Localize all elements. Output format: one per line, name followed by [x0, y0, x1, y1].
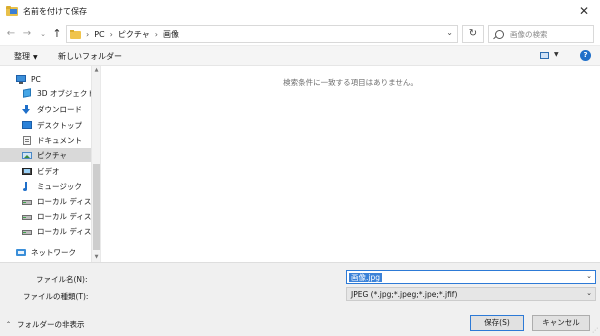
network-icon [16, 248, 26, 257]
sidebar-item-label: ローカル ディスク (C [37, 196, 91, 206]
drive-icon [22, 197, 32, 206]
save-form: ファイル名(N): 画像.jpg ⌄ ファイルの種類(T): JPEG (*.j… [0, 262, 600, 336]
video-icon [22, 167, 32, 176]
pc-icon [16, 74, 26, 84]
drive-icon [22, 212, 32, 221]
save-button[interactable]: 保存(S) [470, 315, 524, 331]
sidebar-item-local-disk-d[interactable]: ローカル ディスク (D [22, 209, 91, 223]
cancel-button[interactable]: キャンセル [532, 315, 590, 331]
sidebar-scrollbar[interactable]: ▲ ▼ [91, 66, 100, 262]
sidebar-item-downloads[interactable]: ダウンロード [22, 102, 100, 116]
view-icon [540, 52, 549, 59]
scroll-up-icon[interactable]: ▲ [92, 66, 100, 75]
navigation-pane: PC 3D オブジェクト ダウンロード デスクトップ ドキュメント ピクチャ ビ… [0, 66, 101, 262]
sidebar-item-label: ダウンロード [37, 104, 82, 114]
drive-icon [22, 227, 32, 236]
filetype-dropdown-icon[interactable]: ⌄ [586, 289, 592, 297]
breadcrumb-images[interactable]: 画像 [163, 29, 179, 40]
close-icon[interactable]: ✕ [576, 3, 592, 19]
hide-folders-toggle[interactable]: ⌃ フォルダーの非表示 [6, 319, 85, 330]
sidebar-item-documents[interactable]: ドキュメント [22, 133, 100, 147]
breadcrumb-pc[interactable]: PC [94, 30, 104, 39]
sidebar-item-label: ミュージック [37, 181, 82, 191]
view-dropdown-icon: ▼ [554, 51, 559, 58]
sidebar-item-pc[interactable]: PC [16, 72, 100, 86]
toolbar: 整理 ▼ 新しいフォルダー ▼ ? [0, 46, 600, 66]
folder-icon [70, 29, 81, 39]
sidebar-item-3d-objects[interactable]: 3D オブジェクト [22, 86, 100, 100]
music-icon [22, 181, 32, 191]
hide-folders-label: フォルダーの非表示 [17, 320, 85, 329]
filetype-select[interactable]: JPEG (*.jpg;*.jpeg;*.jpe;*.jfif) ⌄ [346, 287, 596, 301]
sidebar-item-label: ローカル ディスク (D [37, 211, 91, 221]
empty-folder-message: 検索条件に一致する項目はありません。 [283, 78, 418, 87]
sidebar-item-pictures[interactable]: ピクチャ [0, 148, 91, 162]
scroll-down-icon[interactable]: ▼ [92, 253, 100, 262]
address-row: ← → ⌄ ↑ › PC › ピクチャ › 画像 ⌄ ↻ [0, 22, 600, 46]
refresh-icon[interactable]: ↻ [462, 25, 484, 43]
filename-field[interactable]: 画像.jpg ⌄ [346, 270, 596, 284]
resize-grip-icon[interactable]: ⋰ [592, 327, 598, 334]
sidebar-item-label: デスクトップ [37, 120, 82, 130]
sidebar-item-label: PC [31, 74, 41, 84]
breadcrumb-separator-icon[interactable]: › [86, 30, 89, 39]
sidebar-item-network[interactable]: ネットワーク [16, 245, 100, 259]
search-input[interactable] [510, 29, 590, 39]
title-bar: 名前を付けて保存 ✕ [0, 0, 600, 22]
sidebar-item-videos[interactable]: ビデオ [22, 164, 100, 178]
3d-objects-icon [22, 87, 32, 98]
search-box[interactable] [488, 25, 594, 43]
sidebar-item-label: ローカル ディスク (E [37, 226, 91, 236]
sidebar-item-label: ビデオ [37, 166, 60, 176]
filetype-label: ファイルの種類(T): [23, 292, 89, 301]
desktop-icon [22, 120, 32, 130]
back-arrow-icon[interactable]: ← [4, 27, 18, 41]
file-list-pane[interactable]: 検索条件に一致する項目はありません。 [101, 66, 600, 262]
window-title: 名前を付けて保存 [23, 6, 87, 16]
help-icon[interactable]: ? [580, 50, 591, 61]
up-arrow-icon[interactable]: ↑ [50, 27, 64, 41]
filename-label: ファイル名(N): [36, 275, 88, 284]
search-icon [495, 29, 504, 39]
pictures-icon [22, 151, 32, 160]
scrollbar-thumb[interactable] [93, 164, 100, 250]
sidebar-item-music[interactable]: ミュージック [22, 179, 100, 193]
sidebar-item-label: 3D オブジェクト [37, 88, 95, 98]
save-dialog-icon [6, 6, 18, 16]
sidebar-item-label: ドキュメント [37, 135, 82, 145]
sidebar-item-desktop[interactable]: デスクトップ [22, 118, 100, 132]
breadcrumb-separator-icon[interactable]: › [110, 30, 113, 39]
organize-dropdown-icon: ▼ [33, 54, 38, 61]
breadcrumb-separator-icon[interactable]: › [155, 30, 158, 39]
organize-button[interactable]: 整理 ▼ [14, 51, 38, 62]
recent-locations-chevron-icon[interactable]: ⌄ [36, 27, 50, 41]
filename-dropdown-icon[interactable]: ⌄ [586, 272, 592, 280]
sidebar-item-label: ピクチャ [37, 150, 67, 160]
download-icon [22, 104, 32, 114]
filename-value[interactable]: 画像.jpg [349, 273, 382, 282]
breadcrumb-pictures[interactable]: ピクチャ [118, 29, 150, 40]
chevron-up-icon: ⌃ [6, 321, 12, 328]
organize-label: 整理 [14, 52, 30, 61]
document-icon [22, 135, 32, 145]
address-dropdown-icon[interactable]: ⌄ [446, 28, 453, 37]
view-options-button[interactable]: ▼ [540, 51, 562, 61]
sidebar-item-label: ネットワーク [31, 247, 76, 257]
forward-arrow-icon[interactable]: → [20, 27, 34, 41]
address-bar[interactable]: › PC › ピクチャ › 画像 ⌄ [66, 25, 458, 43]
sidebar-item-local-disk-e[interactable]: ローカル ディスク (E [22, 224, 91, 238]
sidebar-item-local-disk-c[interactable]: ローカル ディスク (C [22, 194, 91, 208]
filetype-value: JPEG (*.jpg;*.jpeg;*.jpe;*.jfif) [351, 290, 458, 299]
new-folder-button[interactable]: 新しいフォルダー [58, 51, 122, 62]
